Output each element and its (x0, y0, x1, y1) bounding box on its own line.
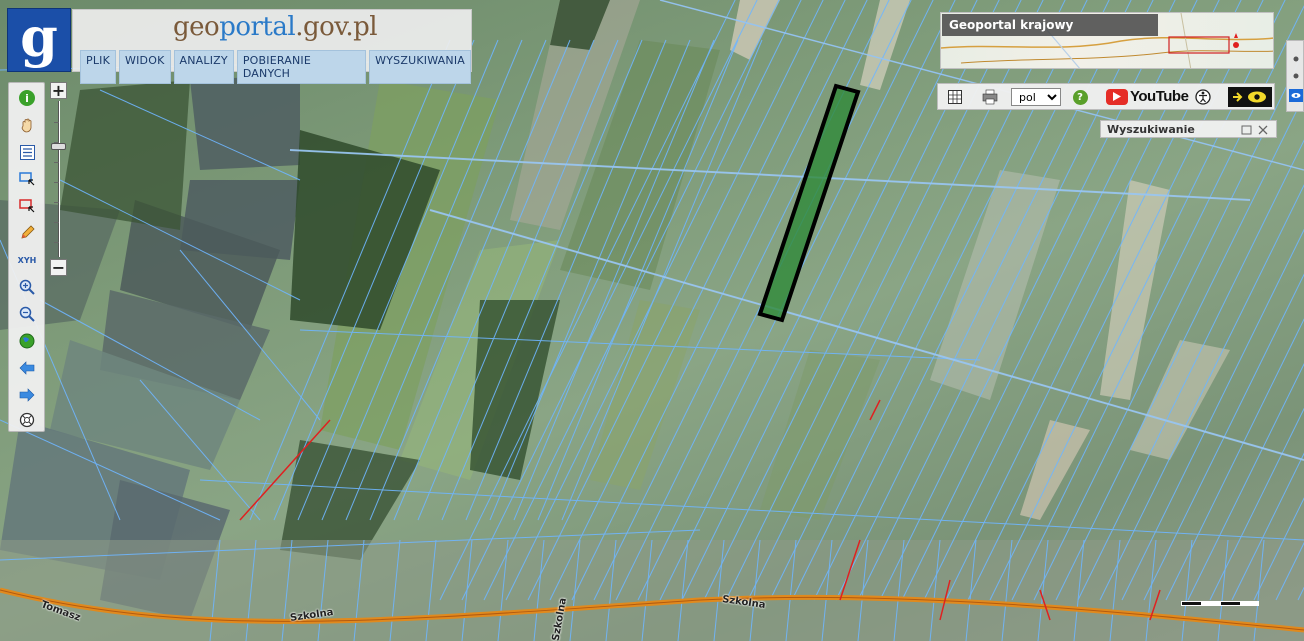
zoom-knob[interactable] (51, 143, 66, 150)
zoom-in-button[interactable]: + (50, 82, 67, 99)
zoom-out-button[interactable]: − (50, 259, 67, 276)
menu-widok[interactable]: WIDOK (119, 50, 171, 84)
full-extent-tool[interactable] (17, 331, 37, 351)
search-panel-title: Wyszukiwanie (1107, 123, 1195, 136)
select-area-tool[interactable] (17, 169, 37, 189)
selected-parcel[interactable] (757, 83, 861, 323)
panel-window-controls (1241, 125, 1268, 135)
info-tool[interactable]: i (17, 88, 37, 108)
magnifier-plus-icon (19, 279, 35, 295)
map-toolbar: i XYH (8, 82, 45, 432)
help-tool[interactable]: ? (1071, 88, 1089, 106)
youtube-link[interactable]: YouTube (1106, 88, 1189, 105)
zoom-in-tool[interactable] (17, 277, 37, 297)
title-domain: .gov.pl (295, 12, 378, 42)
help-wheel-tool[interactable] (17, 410, 37, 430)
arrow-left-icon (19, 361, 35, 375)
language-select[interactable]: pol (1011, 88, 1061, 106)
hand-icon (21, 118, 32, 133)
zoom-slider[interactable]: + − (48, 82, 70, 278)
youtube-play-icon (1106, 88, 1128, 105)
menu-plik[interactable]: PLIK (80, 50, 117, 84)
village-area (0, 540, 1304, 641)
accessibility-tool[interactable] (1194, 88, 1212, 106)
select-red-icon (19, 199, 35, 213)
title-portal: portal (219, 12, 296, 42)
draw-tool[interactable] (17, 223, 37, 243)
zoom-track[interactable] (58, 101, 60, 257)
xyh-icon: XYH (17, 255, 37, 265)
lifebuoy-icon (19, 412, 35, 428)
accessibility-icon (1195, 89, 1211, 105)
next-view-tool[interactable] (17, 385, 37, 405)
logo-letter: g (20, 5, 58, 69)
title-geo: geo (173, 12, 220, 42)
previous-view-tool[interactable] (17, 358, 37, 378)
site-title: geoportal.gov.pl (173, 12, 378, 42)
help-question-icon: ? (1072, 89, 1088, 105)
edge-panel-icons (1289, 56, 1303, 102)
close-icon[interactable] (1258, 125, 1268, 135)
contrast-toggle[interactable] (1228, 87, 1272, 107)
eye-arrow-icon (1233, 91, 1266, 103)
youtube-label: YouTube (1130, 88, 1189, 105)
zoom-out-tool[interactable] (17, 304, 37, 324)
menu-analizy[interactable]: ANALIZY (173, 50, 234, 84)
legend-tool[interactable] (17, 142, 37, 162)
table-tool[interactable] (946, 88, 964, 106)
printer-icon (982, 89, 998, 105)
maximize-icon[interactable] (1241, 125, 1252, 135)
overview-map[interactable]: Geoportal krajowy (940, 12, 1274, 69)
arrow-right-icon (19, 388, 35, 402)
side-collapsed-panel[interactable] (1286, 40, 1304, 112)
clear-selection-tool[interactable] (17, 196, 37, 216)
print-tool[interactable] (980, 88, 1000, 106)
overview-title: Geoportal krajowy (942, 14, 1158, 36)
grid-icon (948, 90, 962, 104)
scale-bar (1181, 601, 1259, 606)
search-panel[interactable]: Wyszukiwanie (1100, 120, 1277, 138)
select-rectangle-icon (19, 172, 35, 186)
list-icon (19, 144, 35, 160)
right-toolbar: pol ? YouTube (937, 83, 1275, 110)
globe-icon (19, 333, 35, 349)
header-bar: geoportal.gov.pl PLIK WIDOK ANALIZY POBI… (72, 9, 472, 84)
menu-pobieranie-danych[interactable]: POBIERANIE DANYCH (236, 50, 367, 84)
magnifier-minus-icon (19, 306, 35, 322)
coordinates-tool[interactable]: XYH (17, 250, 37, 270)
main-menu: PLIK WIDOK ANALIZY POBIERANIE DANYCH WYS… (80, 50, 471, 84)
geoportal-logo[interactable]: g (7, 8, 71, 72)
menu-wyszukiwania[interactable]: WYSZUKIWANIA (369, 50, 471, 84)
pan-tool[interactable] (17, 115, 37, 135)
pencil-icon (21, 225, 35, 239)
info-icon: i (19, 90, 35, 106)
